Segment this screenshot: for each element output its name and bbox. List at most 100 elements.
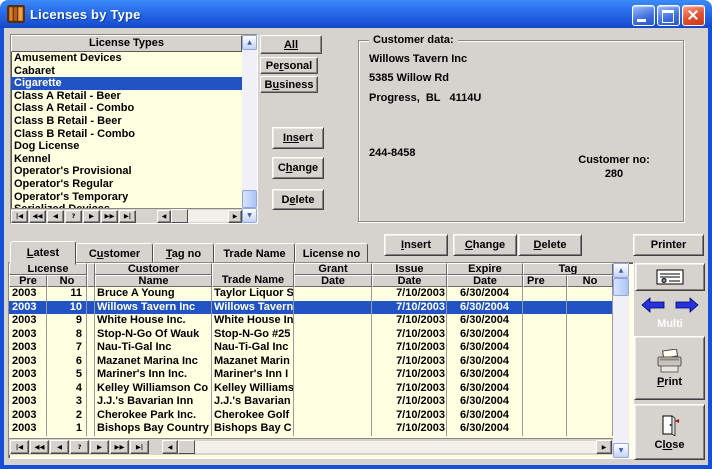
grid-cell-no[interactable]: 7 [47,341,87,355]
vcr-first-button[interactable]: |◀ [10,440,29,454]
grid-cell-pre[interactable]: 2003 [9,409,47,423]
grid-cell-name[interactable]: J.J.'s Bavarian Inn [95,395,212,409]
grid-cell-gap[interactable] [87,287,95,301]
license-card-button[interactable] [635,263,705,291]
grid-cell-expire[interactable]: 6/30/2004 [447,301,523,315]
type-insert-button[interactable]: Insert [272,127,324,149]
tab-latest[interactable]: Latest [10,241,76,265]
grid-cell-pre[interactable]: 2003 [9,368,47,382]
license-type-item[interactable]: Cabaret [11,65,242,78]
vscroll-track[interactable] [242,50,257,208]
grid-cell-expire[interactable]: 6/30/2004 [447,395,523,409]
grid-cell-pre[interactable]: 2003 [9,341,47,355]
grid-cell-no[interactable]: 1 [47,422,87,436]
license-type-item[interactable]: Amusement Devices [11,52,242,65]
maximize-button[interactable] [657,5,680,26]
grid-cell-tag_no[interactable] [567,368,613,382]
grid-cell-trade[interactable]: Cherokee Golf [212,409,294,423]
grid-cell-name[interactable]: Willows Tavern Inc [95,301,212,315]
grid-cell-pre[interactable]: 2003 [9,382,47,396]
grid-cell-trade[interactable]: Willows Tavern [212,301,294,315]
grid-cell-grant[interactable] [294,301,372,315]
grid-cell-issue[interactable]: 7/10/2003 [372,328,447,342]
vcr-last-button[interactable]: ▶| [130,440,149,454]
grid-cell-tag_pre[interactable] [523,301,567,315]
scroll-left-button[interactable]: ◀ [162,440,178,454]
hscroll-track[interactable] [188,210,228,222]
scroll-right-button[interactable]: ▶ [228,210,242,223]
grid-cell-grant[interactable] [294,314,372,328]
vcr-prev-button[interactable]: ◀ [47,210,64,223]
grid-cell-name[interactable]: Mazanet Marina Inc [95,355,212,369]
vcr-help-button[interactable]: ? [65,210,82,223]
grid-cell-pre[interactable]: 2003 [9,301,47,315]
grid-cell-issue[interactable]: 7/10/2003 [372,314,447,328]
grid-cell-pre[interactable]: 2003 [9,395,47,409]
grid-cell-tag_no[interactable] [567,409,613,423]
grid-cell-tag_no[interactable] [567,287,613,301]
grid-row[interactable]: 20033J.J.'s Bavarian InnJ.J.'s Bavarian7… [9,395,613,409]
grid-cell-issue[interactable]: 7/10/2003 [372,382,447,396]
grid-cell-name[interactable]: Cherokee Park Inc. [95,409,212,423]
grid-cell-issue[interactable]: 7/10/2003 [372,301,447,315]
grid-cell-name[interactable]: Stop-N-Go Of Wauk [95,328,212,342]
grid-cell-pre[interactable]: 2003 [9,355,47,369]
vcr-prev-page-button[interactable]: ◀◀ [30,440,49,454]
grid-cell-expire[interactable]: 6/30/2004 [447,287,523,301]
scroll-down-button[interactable]: ▼ [613,443,629,458]
close-window-button[interactable] [682,5,705,26]
grid-cell-expire[interactable]: 6/30/2004 [447,328,523,342]
grid-cell-name[interactable]: Kelley Williamson Co [95,382,212,396]
grid-cell-grant[interactable] [294,287,372,301]
close-button[interactable]: Close [634,404,705,460]
grid-cell-issue[interactable]: 7/10/2003 [372,409,447,423]
grid-cell-tag_no[interactable] [567,301,613,315]
grid-cell-issue[interactable]: 7/10/2003 [372,422,447,436]
scroll-down-button[interactable]: ▼ [242,208,257,223]
license-type-item[interactable]: Dog License [11,140,242,153]
filter-tab-business[interactable]: Business [260,76,318,93]
vcr-help-button[interactable]: ? [70,440,89,454]
license-type-item[interactable]: Cigarette [11,77,242,90]
grid-cell-trade[interactable]: Mazanet Marin [212,355,294,369]
grid-cell-tag_pre[interactable] [523,395,567,409]
grid-cell-gap[interactable] [87,314,95,328]
tab-license-no[interactable]: License no [295,243,368,264]
grid-cell-name[interactable]: White House Inc. [95,314,212,328]
grid-cell-no[interactable]: 11 [47,287,87,301]
grid-cell-gap[interactable] [87,301,95,315]
grid-cell-no[interactable]: 2 [47,409,87,423]
license-type-item[interactable]: Class A Retail - Beer [11,90,242,103]
print-button[interactable]: Print [634,336,705,400]
tab-trade-name[interactable]: Trade Name [214,243,295,264]
license-delete-button[interactable]: Delete [518,234,582,256]
grid-cell-no[interactable]: 9 [47,314,87,328]
grid-cell-no[interactable]: 8 [47,328,87,342]
grid-row[interactable]: 20032 Cherokee Park Inc.Cherokee Golf 7/10… [9,409,613,423]
grid-row[interactable]: 20036Mazanet Marina IncMazanet Marin7/10… [9,355,613,369]
grid-cell-no[interactable]: 5 [47,368,87,382]
grid-cell-pre[interactable]: 2003 [9,328,47,342]
hscroll-track[interactable] [195,441,596,453]
scroll-up-button[interactable]: ▲ [242,35,257,50]
hscroll-thumb[interactable] [171,209,188,223]
grid-cell-issue[interactable]: 7/10/2003 [372,368,447,382]
grid-cell-tag_no[interactable] [567,355,613,369]
grid-cell-expire[interactable]: 6/30/2004 [447,409,523,423]
grid-cell-gap[interactable] [87,355,95,369]
vcr-prev-button[interactable]: ◀ [50,440,69,454]
grid-cell-tag_no[interactable] [567,328,613,342]
vcr-next-page-button[interactable]: ▶▶ [101,210,118,223]
grid-cell-trade[interactable]: White House In [212,314,294,328]
grid-cell-tag_pre[interactable] [523,368,567,382]
grid-cell-tag_pre[interactable] [523,409,567,423]
grid-cell-trade[interactable]: Taylor Liquor S [212,287,294,301]
grid-cell-trade[interactable]: Mariner's Inn I [212,368,294,382]
grid-cell-expire[interactable]: 6/30/2004 [447,382,523,396]
grid-cell-pre[interactable]: 2003 [9,422,47,436]
vscroll-thumb[interactable] [613,278,629,296]
grid-cell-tag_no[interactable] [567,314,613,328]
grid-cell-grant[interactable] [294,355,372,369]
vscroll-track[interactable] [613,278,629,443]
tab-customer[interactable]: Customer [76,243,153,264]
